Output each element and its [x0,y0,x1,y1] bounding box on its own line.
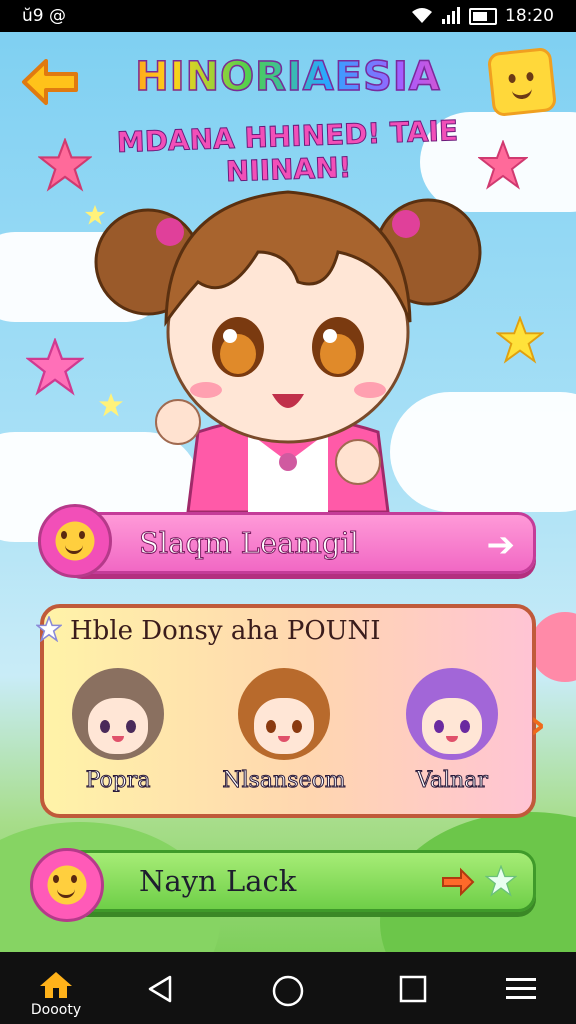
lock-button[interactable]: Nayn Lack [64,850,536,912]
battery-icon [469,7,497,25]
candy-decoration [530,612,576,682]
smiley-eye [508,73,517,84]
home-label: Doooty [30,1002,82,1018]
arrow-right-icon [442,867,475,897]
signal-icon [442,7,460,24]
character-avatar [72,668,164,760]
character-name: Valnar [416,768,489,794]
smiley-menu-button[interactable] [486,46,558,118]
hero-character-image [94,190,482,512]
character-card-popra[interactable]: Popra [58,668,178,818]
smiley-mouth [511,84,533,101]
home-circle-icon[interactable] [271,974,305,1008]
hamburger-menu-icon[interactable] [504,974,538,1004]
game-title: HINORIAESIA [96,53,480,101]
home-icon [40,972,72,998]
sparkle-icon [36,616,62,642]
back-triangle-icon[interactable] [146,974,176,1004]
back-arrow-icon [22,59,78,105]
panel-title: Hble Donsy aha POUNI [70,616,381,646]
back-button[interactable] [18,52,82,112]
status-right: 18:20 [411,6,554,26]
wifi-icon [412,8,432,23]
status-left-text: ŭ9 @ [22,6,66,26]
pink-star-decoration [38,138,92,192]
smiley-eye [526,71,534,82]
star-icon [485,865,517,897]
navigation-bar: Doooty [0,952,576,1024]
game-scene: HINORIAESIA MDANA HHINED! TAIE NIINAN! S… [0,32,576,952]
recents-square-icon[interactable] [398,974,428,1004]
flower-mascot-icon [30,848,104,922]
pink-star-decoration [26,338,84,396]
character-name: Nlsanseom [222,768,346,794]
start-learning-button[interactable]: Slaqm Leamgil ➔ [64,512,536,574]
character-select-panel: Hble Donsy aha POUNI Popra Nlsanseom Val… [36,604,546,818]
start-learning-label: Slaqm Leamgil [138,526,360,561]
home-button[interactable]: Doooty [18,970,94,1018]
chevron-right-icon[interactable]: › [530,702,546,748]
yellow-star-decoration [496,316,544,364]
character-name: Popra [85,768,151,794]
lock-label: Nayn Lack [139,864,297,898]
character-avatar [406,668,498,760]
character-card-valnar[interactable]: Valnar [392,668,512,818]
arrow-right-icon: ➔ [486,525,516,565]
character-card-nlsanseom[interactable]: Nlsanseom [214,668,354,818]
character-avatar [238,668,330,760]
clock: 18:20 [505,6,554,26]
status-bar: ŭ9 @ 18:20 [0,0,576,32]
flower-mascot-icon [38,504,112,578]
